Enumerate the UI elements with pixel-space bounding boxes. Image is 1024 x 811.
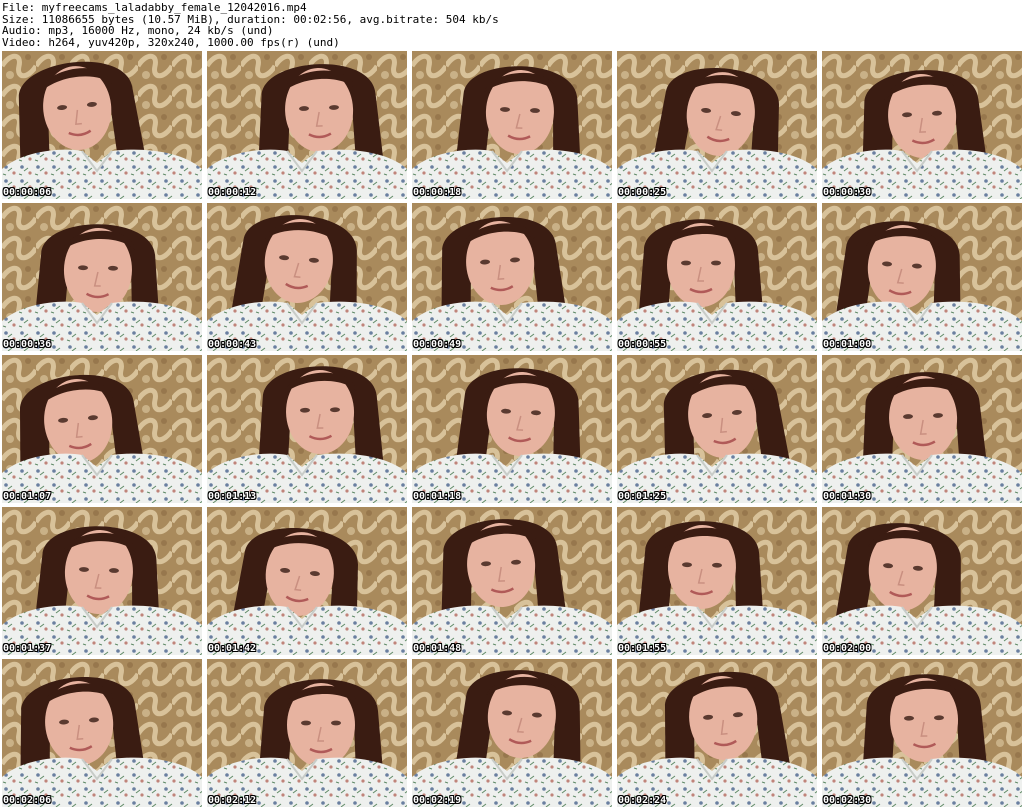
- video-thumbnail: 00:02:30: [822, 659, 1022, 807]
- video-thumbnail: 00:00:25: [617, 51, 817, 199]
- frame-image: [2, 51, 202, 199]
- thumbnail-timestamp: 00:01:55: [618, 643, 667, 654]
- thumbnail-timestamp: 00:02:24: [618, 795, 667, 806]
- video-thumbnail: 00:02:24: [617, 659, 817, 807]
- video-thumbnail: 00:00:43: [207, 203, 407, 351]
- thumbnail-timestamp: 00:01:00: [823, 339, 872, 350]
- video-thumbnail: 00:02:19: [412, 659, 612, 807]
- frame-image: [617, 659, 817, 807]
- video-thumbnail: 00:01:30: [822, 355, 1022, 503]
- file-name-line: File: myfreecams_laladabby_female_120420…: [2, 2, 307, 14]
- frame-image: [207, 659, 407, 807]
- frame-image: [412, 507, 612, 655]
- video-thumbnail: 00:01:00: [822, 203, 1022, 351]
- thumbnail-timestamp: 00:01:42: [208, 643, 257, 654]
- video-thumbnail: 00:01:42: [207, 507, 407, 655]
- thumbnail-timestamp: 00:00:06: [3, 187, 52, 198]
- frame-image: [2, 203, 202, 351]
- video-thumbnail: 00:01:55: [617, 507, 817, 655]
- frame-image: [822, 659, 1022, 807]
- video-thumbnail: 00:00:30: [822, 51, 1022, 199]
- thumbnail-timestamp: 00:01:13: [208, 491, 257, 502]
- video-info-line: Video: h264, yuv420p, 320x240, 1000.00 f…: [2, 35, 340, 48]
- frame-image: [617, 355, 817, 503]
- video-thumbnail: 00:01:18: [412, 355, 612, 503]
- frame-image: [822, 203, 1022, 351]
- thumbnail-timestamp: 00:00:12: [208, 187, 257, 198]
- thumbnail-timestamp: 00:00:49: [413, 339, 462, 350]
- video-thumbnail: 00:00:12: [207, 51, 407, 199]
- frame-image: [2, 355, 202, 503]
- video-thumbnail: 00:01:48: [412, 507, 612, 655]
- thumbnail-timestamp: 00:01:07: [3, 491, 52, 502]
- thumbnail-timestamp: 00:02:30: [823, 795, 872, 806]
- thumbnail-timestamp: 00:02:06: [3, 795, 52, 806]
- video-thumbnail: 00:02:06: [2, 659, 202, 807]
- thumbnail-timestamp: 00:01:30: [823, 491, 872, 502]
- video-thumbnail: 00:00:49: [412, 203, 612, 351]
- frame-image: [822, 355, 1022, 503]
- thumbnail-timestamp: 00:00:25: [618, 187, 667, 198]
- frame-image: [207, 51, 407, 199]
- frame-image: [412, 203, 612, 351]
- frame-image: [2, 659, 202, 807]
- frame-image: [207, 203, 407, 351]
- video-thumbnail: 00:02:12: [207, 659, 407, 807]
- frame-image: [822, 51, 1022, 199]
- thumbnail-timestamp: 00:01:18: [413, 491, 462, 502]
- frame-image: [412, 659, 612, 807]
- frame-image: [207, 355, 407, 503]
- thumbnail-timestamp: 00:00:36: [3, 339, 52, 350]
- frame-image: [412, 355, 612, 503]
- audio-info-line: Audio: mp3, 16000 Hz, mono, 24 kb/s (und…: [2, 24, 274, 37]
- thumbnail-timestamp: 00:02:12: [208, 795, 257, 806]
- video-thumbnail: 00:00:18: [412, 51, 612, 199]
- video-thumbnail: 00:01:07: [2, 355, 202, 503]
- thumbnail-timestamp: 00:01:48: [413, 643, 462, 654]
- video-thumbnail: 00:00:06: [2, 51, 202, 199]
- video-thumbnail: 00:01:37: [2, 507, 202, 655]
- video-thumbnail: 00:01:25: [617, 355, 817, 503]
- frame-image: [617, 507, 817, 655]
- frame-image: [822, 507, 1022, 655]
- thumbnail-timestamp: 00:01:25: [618, 491, 667, 502]
- video-thumbnail: 00:00:55: [617, 203, 817, 351]
- thumbnail-timestamp: 00:00:30: [823, 187, 872, 198]
- frame-image: [207, 507, 407, 655]
- video-thumbnail: 00:00:36: [2, 203, 202, 351]
- frame-image: [412, 51, 612, 199]
- file-info-header: File: myfreecams_laladabby_female_120420…: [2, 2, 1022, 48]
- thumbnail-timestamp: 00:00:55: [618, 339, 667, 350]
- thumbnail-timestamp: 00:01:37: [3, 643, 52, 654]
- frame-image: [617, 51, 817, 199]
- frame-image: [617, 203, 817, 351]
- thumbnail-timestamp: 00:02:19: [413, 795, 462, 806]
- video-thumbnail: 00:02:00: [822, 507, 1022, 655]
- thumbnail-timestamp: 00:00:43: [208, 339, 257, 350]
- thumbnail-grid: 00:00:06 00:00:12 00:00:18 00:00:25 00:0…: [2, 51, 1022, 809]
- thumbnail-timestamp: 00:02:00: [823, 643, 872, 654]
- thumbnail-timestamp: 00:00:18: [413, 187, 462, 198]
- frame-image: [2, 507, 202, 655]
- video-thumbnail: 00:01:13: [207, 355, 407, 503]
